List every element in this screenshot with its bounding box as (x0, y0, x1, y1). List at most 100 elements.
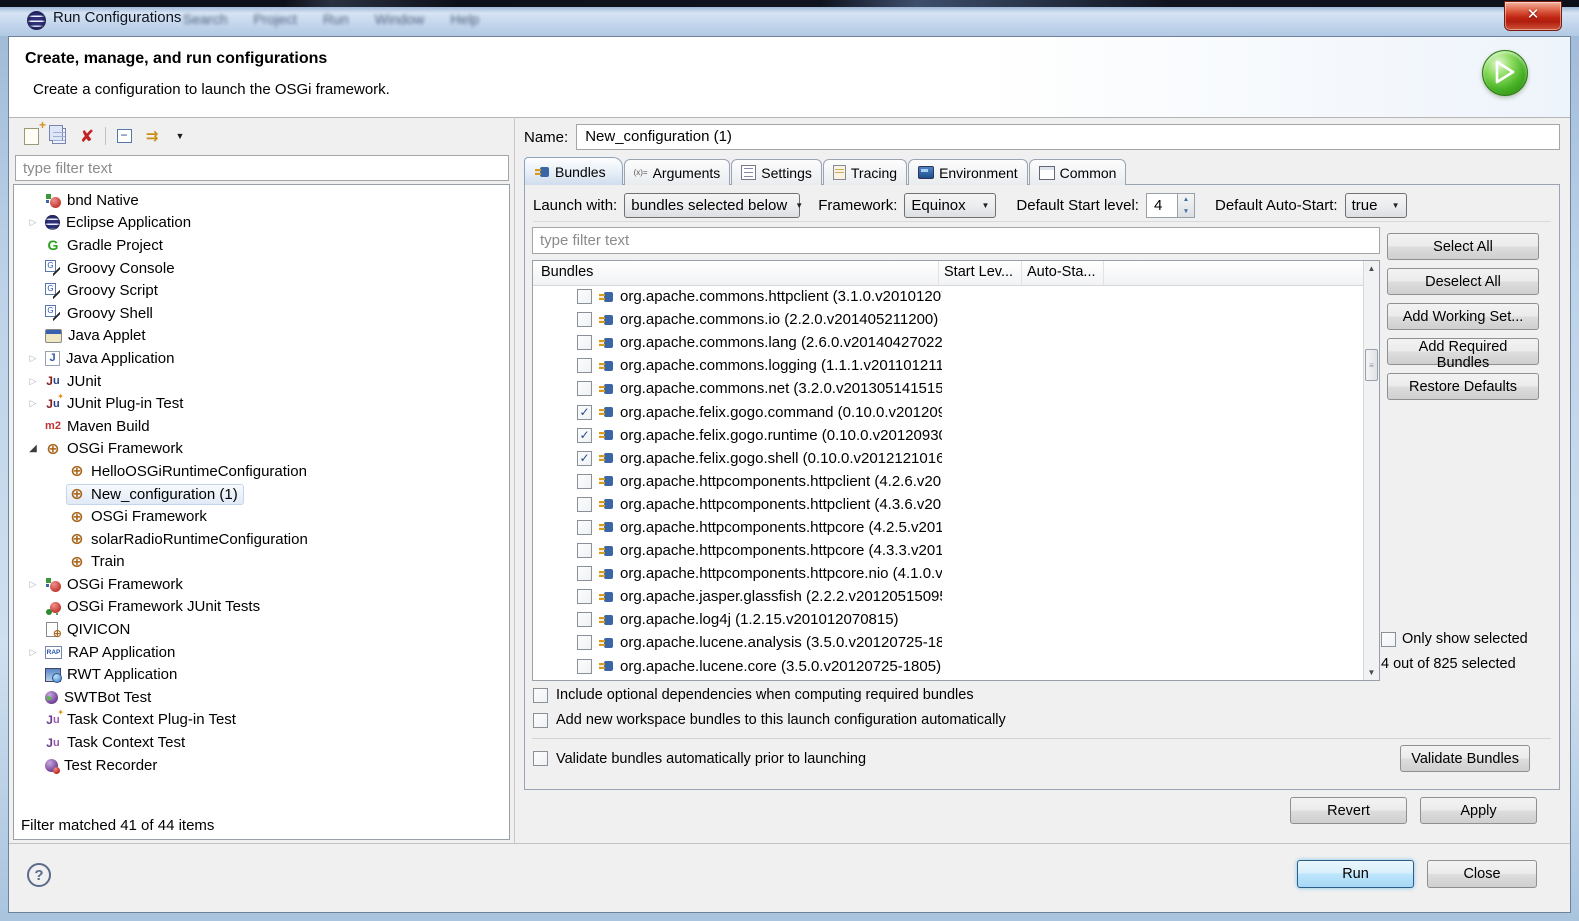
bundle-row[interactable]: org.apache.jasper.glassfish (2.2.2.v2012… (533, 585, 1363, 608)
column-header-start-level[interactable]: Start Lev... (939, 261, 1022, 285)
expand-collapsed-icon[interactable]: ▷ (24, 398, 42, 409)
duplicate-configuration-button[interactable] (49, 126, 69, 146)
bundle-checkbox[interactable] (577, 289, 592, 304)
bundle-checkbox[interactable] (577, 612, 592, 627)
tree-item-osgi-framework[interactable]: ⊕OSGi Framework (14, 505, 509, 528)
tab-common[interactable]: Common (1029, 159, 1127, 185)
new-configuration-button[interactable] (21, 126, 41, 146)
spinner-up-icon[interactable]: ▲ (1178, 194, 1194, 206)
expand-collapsed-icon[interactable]: ▷ (24, 579, 42, 590)
name-input[interactable]: New_configuration (1) (576, 124, 1560, 150)
collapse-all-button[interactable]: − (114, 126, 134, 146)
bundle-checkbox[interactable] (577, 335, 592, 350)
select-all-button[interactable]: Select All (1387, 233, 1539, 260)
bundle-row[interactable]: org.apache.lucene.analysis (3.5.0.v20120… (533, 631, 1363, 654)
panel-splitter[interactable] (514, 117, 515, 844)
tree-item-groovy-console[interactable]: Groovy Console (14, 257, 509, 280)
bundle-checkbox[interactable] (577, 497, 592, 512)
expand-collapsed-icon[interactable]: ▷ (24, 217, 42, 228)
expand-collapsed-icon[interactable]: ▷ (24, 376, 42, 387)
validate-bundles-button[interactable]: Validate Bundles (1400, 745, 1530, 772)
expand-expanded-icon[interactable]: ◢ (24, 443, 42, 454)
bundle-checkbox[interactable] (577, 566, 592, 581)
add-new-workspace-bundles-to-checkbox[interactable] (533, 713, 548, 728)
start-level-spinner[interactable]: ▲▼ (1178, 193, 1195, 218)
bundle-checkbox[interactable] (577, 659, 592, 674)
bundle-checkbox[interactable]: ✓ (577, 428, 592, 443)
tree-item-maven-build[interactable]: m2Maven Build (14, 415, 509, 438)
tree-item-train[interactable]: ⊕Train (14, 551, 509, 574)
tree-item-solarradioruntimeconfiguration[interactable]: ⊕solarRadioRuntimeConfiguration (14, 528, 509, 551)
filter-launch-configurations-button[interactable]: ⇉ (142, 126, 162, 146)
tree-filter-input[interactable]: type filter text (15, 155, 509, 181)
tree-item-helloosgiruntimeconfiguration[interactable]: ⊕HelloOSGiRuntimeConfiguration (14, 460, 509, 483)
bundle-row[interactable]: org.apache.httpcomponents.httpcore (4.2.… (533, 516, 1363, 539)
delete-configuration-button[interactable]: ✘ (77, 126, 97, 146)
toolbar-menu-button[interactable]: ▼ (170, 126, 190, 146)
only-show-selected-checkbox[interactable] (1381, 632, 1396, 647)
run-button[interactable]: Run (1297, 860, 1414, 888)
include-optional-dependencie-checkbox[interactable] (533, 688, 548, 703)
tree-item-junit-plug-in-test[interactable]: ▷JuJUnit Plug-in Test (14, 392, 509, 415)
bundle-row[interactable]: org.apache.commons.lang (2.6.0.v20140427… (533, 331, 1363, 354)
tree-item-osgi-framework-junit-tests[interactable]: OSGi Framework JUnit Tests (14, 596, 509, 619)
restore-defaults-button[interactable]: Restore Defaults (1387, 373, 1539, 400)
expand-collapsed-icon[interactable]: ▷ (24, 647, 42, 658)
tree-item-swtbot-test[interactable]: SWTBot Test (14, 686, 509, 709)
tree-item-bnd-native[interactable]: bnd Native (14, 189, 509, 212)
tree-item-qivicon[interactable]: QIVICON (14, 618, 509, 641)
expand-collapsed-icon[interactable]: ▷ (24, 353, 42, 364)
scroll-down-icon[interactable]: ▼ (1364, 665, 1379, 680)
bundles-filter-input[interactable]: type filter text (532, 227, 1380, 254)
tree-item-new-configuration-1[interactable]: ⊕New_configuration (1) (14, 483, 509, 506)
tree-item-rwt-application[interactable]: RWT Application (14, 663, 509, 686)
bundle-checkbox[interactable]: ✓ (577, 405, 592, 420)
tab-settings[interactable]: Settings (731, 159, 822, 185)
validate-checkbox[interactable] (533, 751, 548, 766)
deselect-all-button[interactable]: Deselect All (1387, 268, 1539, 295)
scrollbar-thumb[interactable]: ≡ (1365, 349, 1378, 381)
window-close-button[interactable]: ✕ (1504, 1, 1562, 31)
tree-item-task-context-plug-in-test[interactable]: JuTask Context Plug-in Test (14, 709, 509, 732)
column-header-bundles[interactable]: Bundles (533, 261, 939, 285)
help-button[interactable]: ? (27, 863, 51, 887)
tab-bundles[interactable]: Bundles (524, 157, 623, 185)
bundle-checkbox[interactable] (577, 312, 592, 327)
bundle-row[interactable]: org.apache.log4j (1.2.15.v201012070815) (533, 608, 1363, 631)
scroll-up-icon[interactable]: ▲ (1364, 261, 1379, 276)
column-header-auto-start[interactable]: Auto-Sta... (1022, 261, 1104, 285)
bundle-row[interactable]: org.apache.commons.logging (1.1.1.v20110… (533, 354, 1363, 377)
bundle-row[interactable]: org.apache.commons.io (2.2.0.v2014052112… (533, 308, 1363, 331)
framework-select[interactable]: Equinox ▼ (904, 193, 996, 218)
tree-item-java-application[interactable]: ▷JJava Application (14, 347, 509, 370)
close-button[interactable]: Close (1427, 860, 1537, 888)
start-level-input[interactable]: 4 (1146, 193, 1178, 218)
apply-button[interactable]: Apply (1420, 797, 1537, 824)
tree-item-osgi-framework[interactable]: ◢⊕OSGi Framework (14, 438, 509, 461)
bundle-row[interactable]: ✓org.apache.felix.gogo.command (0.10.0.v… (533, 400, 1363, 423)
bundle-checkbox[interactable] (577, 635, 592, 650)
tree-item-rap-application[interactable]: ▷RAPRAP Application (14, 641, 509, 664)
bundle-checkbox[interactable] (577, 589, 592, 604)
tab-arguments[interactable]: (x)=Arguments (624, 159, 731, 185)
bundle-row[interactable]: org.apache.httpcomponents.httpcore.nio (… (533, 562, 1363, 585)
tree-item-groovy-script[interactable]: Groovy Script (14, 279, 509, 302)
bundle-row[interactable]: org.apache.httpcomponents.httpclient (4.… (533, 493, 1363, 516)
bundle-row[interactable]: ✓org.apache.felix.gogo.runtime (0.10.0.v… (533, 424, 1363, 447)
tree-item-junit[interactable]: ▷JuJUnit (14, 370, 509, 393)
add-required-bundles-button[interactable]: Add Required Bundles (1387, 338, 1539, 365)
bundle-checkbox[interactable]: ✓ (577, 451, 592, 466)
launch-with-select[interactable]: bundles selected below ▼ (624, 193, 800, 218)
bundle-row[interactable]: org.apache.commons.httpclient (3.1.0.v20… (533, 285, 1363, 308)
tab-tracing[interactable]: Tracing (823, 159, 907, 185)
revert-button[interactable]: Revert (1290, 797, 1407, 824)
bundle-checkbox[interactable] (577, 474, 592, 489)
tree-item-gradle-project[interactable]: GGradle Project (14, 234, 509, 257)
tree-item-eclipse-application[interactable]: ▷Eclipse Application (14, 212, 509, 235)
bundle-row[interactable]: org.apache.httpcomponents.httpcore (4.3.… (533, 539, 1363, 562)
bundle-checkbox[interactable] (577, 358, 592, 373)
bundle-row[interactable]: org.apache.httpcomponents.httpclient (4.… (533, 470, 1363, 493)
bundle-row[interactable]: org.apache.commons.net (3.2.0.v201305141… (533, 377, 1363, 400)
add-working-set-button[interactable]: Add Working Set... (1387, 303, 1539, 330)
tab-environment[interactable]: Environment (908, 159, 1028, 185)
